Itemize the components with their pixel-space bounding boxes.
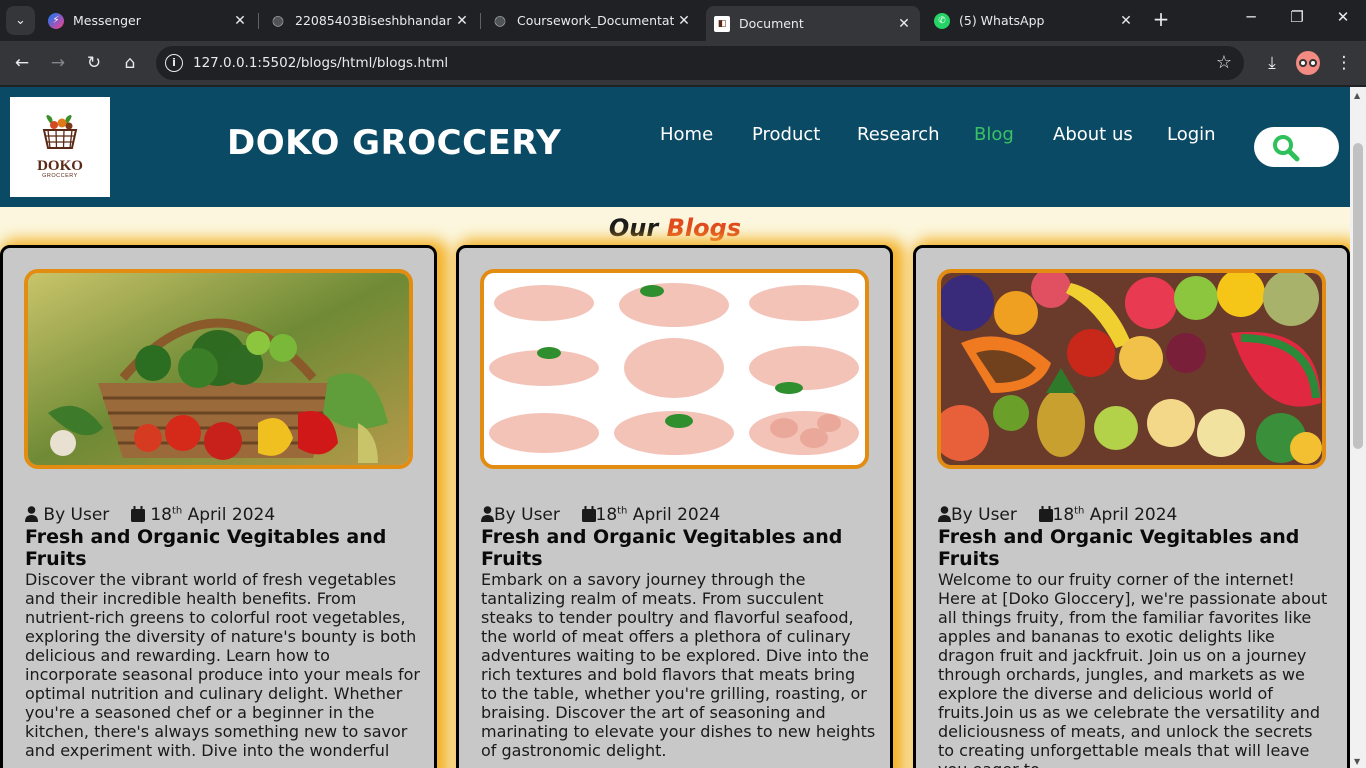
fruit-assortment-picture <box>941 273 1322 465</box>
blog-title[interactable]: Fresh and Organic Vegitables and Fruits <box>25 526 420 570</box>
whatsapp-icon: ✆ <box>934 12 950 29</box>
tab-search-dropdown-icon[interactable]: ⌄ <box>6 6 35 35</box>
blog-card-meats[interactable]: By User 18th April 2024 Fresh and Organi… <box>456 245 893 768</box>
nav-blog[interactable]: Blog <box>974 124 1014 145</box>
blog-author: By User <box>43 505 110 525</box>
reload-icon[interactable]: ↻ <box>81 50 107 76</box>
tab-title: Coursework_Documentation <box>517 13 674 28</box>
close-tab-icon[interactable]: ✕ <box>1116 13 1136 29</box>
raw-chicken-picture <box>484 273 865 465</box>
calendar-icon <box>130 506 145 522</box>
blog-date-day: 18 <box>1052 505 1075 525</box>
calendar-icon <box>581 506 596 522</box>
search-icon <box>1273 135 1300 162</box>
calendar-icon <box>1038 506 1053 522</box>
bookmark-star-icon[interactable]: ☆ <box>1216 52 1232 73</box>
blog-excerpt: Discover the vibrant world of fresh vege… <box>25 570 420 760</box>
site-header: DOKO GROCCERY DOKO GROCCERY Home Product… <box>0 87 1350 207</box>
blog-date-day: 18 <box>150 505 172 525</box>
user-icon <box>25 506 38 522</box>
blog-date-rest: April 2024 <box>182 505 276 525</box>
close-tab-icon[interactable]: ✕ <box>674 13 694 29</box>
tab-title: Document <box>739 16 804 31</box>
blog-image-fruit-assortment <box>937 269 1326 469</box>
blogs-heading-word-1: Our <box>608 214 659 242</box>
tab-messenger[interactable]: ⚡ Messenger ✕ <box>40 6 256 35</box>
globe-icon: ◍ <box>493 12 507 29</box>
nav-login[interactable]: Login <box>1167 124 1216 145</box>
scroll-down-arrow-icon[interactable]: ▼ <box>1354 757 1360 766</box>
close-tab-icon[interactable]: ✕ <box>230 13 250 29</box>
blog-card-fruits[interactable]: By User 18th April 2024 Fresh and Organi… <box>913 245 1350 768</box>
blog-author: By User <box>951 505 1017 525</box>
logo-subtitle: GROCCERY <box>42 173 78 179</box>
close-window-icon[interactable]: ✕ <box>1328 8 1358 26</box>
tab-submission[interactable]: ◍ 22085403BiseshbhandariS2 ✕ <box>262 6 478 35</box>
blog-image-raw-chicken <box>480 269 869 469</box>
profile-avatar-icon[interactable] <box>1296 51 1320 75</box>
blog-author: By User <box>494 505 560 525</box>
blog-date-day: 18 <box>595 505 618 525</box>
blog-title[interactable]: Fresh and Organic Vegitables and Fruits <box>938 526 1333 570</box>
tab-separator <box>480 13 481 29</box>
brand-name: DOKO GROCCERY <box>227 123 562 163</box>
globe-icon: ◍ <box>271 12 285 29</box>
blog-date-rest: April 2024 <box>627 505 721 525</box>
blogs-heading-word-2: Blogs <box>666 214 742 242</box>
blog-title[interactable]: Fresh and Organic Vegitables and Fruits <box>481 526 876 570</box>
blogs-heading: Our Blogs <box>0 214 1350 242</box>
browser-toolbar: ← → ↻ ⌂ i 127.0.0.1:5502/blogs/html/blog… <box>0 41 1366 85</box>
menu-kebab-icon[interactable]: ⋮ <box>1331 50 1357 76</box>
basket-logo-icon <box>42 115 78 149</box>
tab-title: Messenger <box>73 13 141 28</box>
close-tab-icon[interactable]: ✕ <box>894 16 914 32</box>
tab-coursework[interactable]: ◍ Coursework_Documentation ✕ <box>484 6 700 35</box>
blog-card-vegetables[interactable]: By User 18th April 2024 Fresh and Organi… <box>0 245 437 768</box>
close-tab-icon[interactable]: ✕ <box>452 13 472 29</box>
blog-meta: By User 18th April 2024 <box>25 505 275 525</box>
back-icon[interactable]: ← <box>9 50 35 76</box>
doko-favicon: ◧ <box>714 15 730 32</box>
tab-whatsapp[interactable]: ✆ (5) WhatsApp ✕ <box>926 6 1142 35</box>
tab-separator <box>258 13 259 29</box>
home-icon[interactable]: ⌂ <box>117 50 143 76</box>
messenger-icon: ⚡ <box>48 12 64 29</box>
tab-document[interactable]: ◧ Document ✕ <box>706 6 920 41</box>
vegetable-basket-picture <box>28 273 409 465</box>
blog-meta: By User 18th April 2024 <box>938 505 1177 525</box>
tab-title: (5) WhatsApp <box>959 13 1045 28</box>
tab-title: 22085403BiseshbhandariS2 <box>295 13 452 28</box>
blog-date-rest: April 2024 <box>1084 505 1178 525</box>
blog-date-suffix: th <box>171 505 183 517</box>
blog-excerpt: Welcome to our fruity corner of the inte… <box>938 570 1328 768</box>
new-tab-icon[interactable]: + <box>1150 8 1172 32</box>
nav-research[interactable]: Research <box>857 124 940 145</box>
url-text[interactable]: 127.0.0.1:5502/blogs/html/blogs.html <box>193 55 448 71</box>
forward-icon[interactable]: → <box>45 50 71 76</box>
nav-about-us[interactable]: About us <box>1053 124 1133 145</box>
nav-product[interactable]: Product <box>752 124 820 145</box>
page-viewport: DOKO GROCCERY DOKO GROCCERY Home Product… <box>0 87 1350 768</box>
site-logo[interactable]: DOKO GROCCERY <box>10 97 110 197</box>
browser-tab-strip: ⌄ ⚡ Messenger ✕ ◍ 22085403Biseshbhandari… <box>0 0 1366 41</box>
scroll-up-arrow-icon[interactable]: ▲ <box>1354 91 1360 100</box>
nav-home[interactable]: Home <box>660 124 713 145</box>
user-icon <box>481 506 494 522</box>
blog-meta: By User 18th April 2024 <box>481 505 720 525</box>
blog-image-vegetable-basket <box>24 269 413 469</box>
scroll-thumb[interactable] <box>1353 143 1363 449</box>
download-icon[interactable]: ⤓ <box>1259 50 1285 76</box>
minimize-icon[interactable]: ─ <box>1236 8 1266 26</box>
address-bar[interactable]: i 127.0.0.1:5502/blogs/html/blogs.html ☆ <box>156 46 1244 80</box>
blog-excerpt: Embark on a savory journey through the t… <box>481 570 876 760</box>
blog-date-suffix: th <box>617 505 628 517</box>
restore-icon[interactable]: ❐ <box>1282 8 1312 26</box>
user-icon <box>938 506 951 522</box>
blog-date-suffix: th <box>1074 505 1085 517</box>
site-info-icon[interactable]: i <box>165 54 183 72</box>
page-scrollbar[interactable]: ▲ ▼ <box>1350 87 1366 768</box>
search-button[interactable] <box>1254 127 1339 167</box>
